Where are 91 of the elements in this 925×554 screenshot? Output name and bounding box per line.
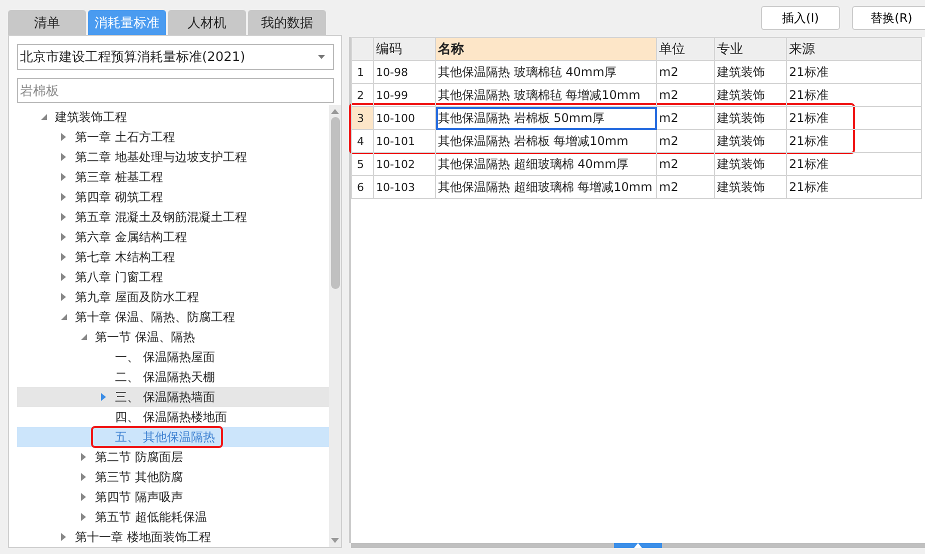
tree-item[interactable]: 第五节 超低能耗保温 <box>17 507 329 527</box>
expand-icon[interactable] <box>101 393 106 401</box>
tree-item[interactable]: 三、 保温隔热墙面 <box>17 387 329 407</box>
column-header[interactable]: 编码 <box>374 38 436 60</box>
table-cell: 建筑装饰 <box>714 176 786 198</box>
row-number[interactable]: 1 <box>352 60 374 84</box>
expand-icon[interactable] <box>81 473 86 481</box>
expand-icon[interactable] <box>81 453 86 461</box>
row-number[interactable]: 4 <box>352 130 374 152</box>
table-cell: 其他保温隔热 超细玻璃棉 40mm厚 <box>436 152 656 176</box>
toolbar-button[interactable]: 替换(R) <box>852 6 925 30</box>
table-cell: 21标准 <box>786 152 922 176</box>
tab[interactable]: 我的数据 <box>248 10 326 35</box>
table-cell: m2 <box>656 84 714 106</box>
table-cell: m2 <box>656 106 714 130</box>
expand-icon[interactable] <box>61 193 66 201</box>
table-cell: 10-103 <box>374 176 436 198</box>
tree-item[interactable]: 第三章 桩基工程 <box>17 167 329 187</box>
table-cell: 21标准 <box>786 130 922 152</box>
scrollbar[interactable] <box>329 105 341 547</box>
table-cell: 10-100 <box>374 106 436 130</box>
tree-item[interactable]: 四、 保温隔热楼地面 <box>17 407 329 427</box>
tree-item[interactable]: 第十章 保温、隔热、防腐工程 <box>17 307 329 327</box>
tree-item[interactable]: 第二章 地基处理与边坡支护工程 <box>17 147 329 167</box>
tree-item[interactable]: 第一节 保温、隔热 <box>17 327 329 347</box>
expand-icon[interactable] <box>81 513 86 521</box>
row-number[interactable]: 6 <box>352 176 374 198</box>
table-cell: 其他保温隔热 玻璃棉毡 40mm厚 <box>436 60 656 84</box>
expand-icon[interactable] <box>81 493 86 501</box>
expand-icon[interactable] <box>61 213 66 221</box>
table-cell: 建筑装饰 <box>714 84 786 106</box>
table-cell: 其他保温隔热 岩棉板 每增减10mm <box>436 130 656 152</box>
table-cell: 21标准 <box>786 60 922 84</box>
table-cell: 其他保温隔热 超细玻璃棉 每增减10mm <box>436 176 656 198</box>
row-number[interactable]: 3 <box>352 106 374 130</box>
tree-item[interactable]: 第六章 金属结构工程 <box>17 227 329 247</box>
collapse-icon[interactable] <box>81 334 87 340</box>
table-cell: m2 <box>656 152 714 176</box>
table-cell: 21标准 <box>786 84 922 106</box>
column-header[interactable]: 专业 <box>714 38 786 60</box>
collapse-icon[interactable] <box>41 114 47 120</box>
expand-icon[interactable] <box>61 293 66 301</box>
table-cell: 10-101 <box>374 130 436 152</box>
table-cell: 建筑装饰 <box>714 130 786 152</box>
tree-item[interactable]: 第四章 砌筑工程 <box>17 187 329 207</box>
table-cell: 21标准 <box>786 176 922 198</box>
expand-icon[interactable] <box>61 153 66 161</box>
scrollbar[interactable] <box>351 543 925 548</box>
table-cell: 建筑装饰 <box>714 106 786 130</box>
tree-item[interactable]: 一、 保温隔热屋面 <box>17 347 329 367</box>
table-cell: 10-98 <box>374 60 436 84</box>
table-cell: 其他保温隔热 岩棉板 50mm厚 <box>436 106 656 130</box>
expand-icon[interactable] <box>61 253 66 261</box>
scroll-down-icon[interactable] <box>331 538 339 543</box>
tab[interactable]: 人材机 <box>168 10 246 35</box>
expand-icon[interactable] <box>61 233 66 241</box>
table-cell: m2 <box>656 130 714 152</box>
caret-icon <box>318 55 325 59</box>
expand-icon[interactable] <box>61 273 66 281</box>
tree-item[interactable]: 建筑装饰工程 <box>17 107 329 127</box>
tree-item[interactable]: 第五章 混凝土及钢筋混凝土工程 <box>17 207 329 227</box>
table-cell: 其他保温隔热 玻璃棉毡 每增减10mm <box>436 84 656 106</box>
table-cell: 10-102 <box>374 152 436 176</box>
tree-item[interactable]: 第九章 屋面及防水工程 <box>17 287 329 307</box>
tree-item[interactable]: 第四节 隔声吸声 <box>17 487 329 507</box>
expand-icon[interactable] <box>61 173 66 181</box>
tree-item[interactable]: 二、 保温隔热天棚 <box>17 367 329 387</box>
column-header[interactable]: 单位 <box>656 38 714 60</box>
tree-item[interactable]: 第二节 防腐面层 <box>17 447 329 467</box>
tree-item[interactable]: 第十一章 楼地面装饰工程 <box>17 527 329 547</box>
table-cell: 21标准 <box>786 106 922 130</box>
column-header[interactable]: 来源 <box>786 38 922 60</box>
expand-icon[interactable] <box>61 533 66 541</box>
row-number[interactable]: 5 <box>352 152 374 176</box>
column-header[interactable]: 名称 <box>436 38 656 60</box>
table-cell: 10-99 <box>374 84 436 106</box>
table-cell: m2 <box>656 60 714 84</box>
tab[interactable]: 清单 <box>8 10 86 35</box>
expand-icon[interactable] <box>61 133 66 141</box>
tree-item[interactable]: 第八章 门窗工程 <box>17 267 329 287</box>
table-cell: m2 <box>656 176 714 198</box>
tree-item[interactable]: 第一章 土石方工程 <box>17 127 329 147</box>
collapse-icon[interactable] <box>61 314 67 320</box>
toolbar-button[interactable]: 插入(I) <box>761 6 840 30</box>
table-cell: 建筑装饰 <box>714 60 786 84</box>
search-field[interactable]: 岩棉板 <box>17 78 334 103</box>
table-cell: 建筑装饰 <box>714 152 786 176</box>
tree-item[interactable]: 第三节 其他防腐 <box>17 467 329 487</box>
standard-dropdown[interactable]: 北京市建设工程预算消耗量标准(2021) <box>17 44 334 70</box>
tree-item[interactable]: 第七章 木结构工程 <box>17 247 329 267</box>
scroll-up-icon[interactable] <box>331 109 339 114</box>
